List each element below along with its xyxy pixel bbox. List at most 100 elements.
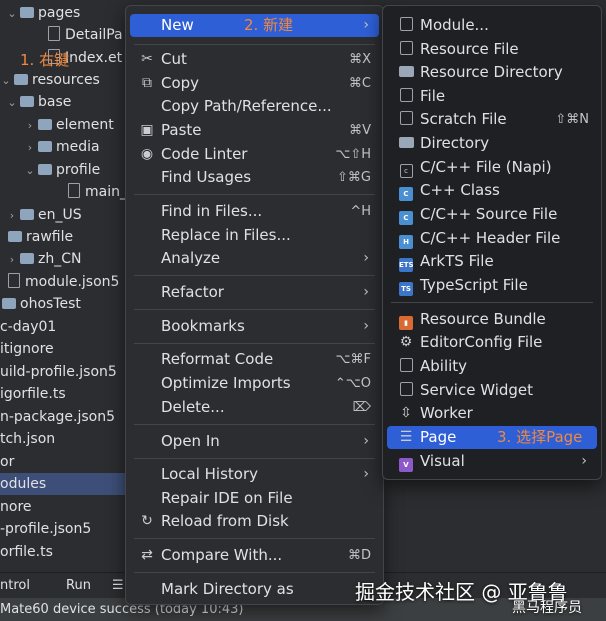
menu-item[interactable]: Replace in Files... [130,224,379,247]
menu-glyph-icon: ☰ [399,429,413,445]
menu-shortcut: ⌘V [349,123,371,138]
menu-item[interactable]: Copy Path/Reference... [130,95,379,118]
menu-item[interactable]: Reformat Code ⌥⌘F [130,348,379,371]
tree-item[interactable]: › media [0,136,140,158]
chevron-icon[interactable]: › [24,115,36,137]
menu-item[interactable]: ▮ Resource Bundle [387,308,597,331]
menu-item[interactable]: Resource Directory [387,61,597,84]
menu-item[interactable]: Optimize Imports ⌃⌥O [130,372,379,395]
menu-separator [134,538,375,539]
menu-item[interactable]: Find Usages ⇧⌘G [130,166,379,189]
bottombar-control-label[interactable]: ntrol [0,573,30,599]
menu-item-icon [397,132,415,155]
tree-item[interactable]: DetailPa [0,24,140,46]
tree-item[interactable]: orfile.ts [0,541,140,563]
tree-item-label: igorfile.ts [0,386,66,402]
tree-item[interactable]: -profile.json5 [0,518,140,540]
file-type-badge-icon: TS [399,282,413,296]
chevron-icon[interactable]: ⌄ [6,92,18,114]
menu-separator [134,275,375,276]
menu-item[interactable]: Ability [387,355,597,378]
menu-item-icon: ☰ [397,426,415,449]
menu-item[interactable]: Refactor › [130,281,379,304]
menu-item[interactable]: Analyze › [130,247,379,270]
chevron-icon[interactable]: › [6,249,18,271]
menu-item[interactable]: ETS ArkTS File [387,250,597,273]
tree-item[interactable]: n-package.json5 [0,406,140,428]
tree-item[interactable]: ohosTest [0,293,140,315]
menu-item[interactable]: H C/C++ Header File [387,227,597,250]
file-icon [8,273,20,288]
tree-item-label: main_ [85,184,127,200]
tree-item-label: module.json5 [25,274,120,290]
list-icon[interactable]: ☰ [112,573,124,599]
tree-item[interactable]: uild-profile.json5 [0,361,140,383]
tree-item[interactable]: tch.json [0,428,140,450]
menu-item[interactable]: c C/C++ File (Napi) [387,156,597,179]
menu-item[interactable]: ⇄ Compare With... ⌘D [130,544,379,567]
chevron-icon[interactable]: ⌄ [24,160,36,182]
menu-item[interactable]: C C++ Class [387,179,597,202]
menu-item-label: Repair IDE on File [161,489,293,507]
tree-item[interactable]: ⌄ base [0,91,140,113]
menu-item[interactable]: ◉ Code Linter ⌥⇧H [130,143,379,166]
menu-item-icon: C [397,203,415,226]
menu-shortcut: ⇧⌘N [555,112,589,127]
tree-item[interactable]: module.json5 [0,271,140,293]
menu-item[interactable]: Delete... ⌦ [130,396,379,419]
menu-item[interactable]: Scratch File ⇧⌘N [387,108,597,131]
tree-item[interactable]: › en_US [0,204,140,226]
tree-item[interactable]: ⌄ resources [0,69,140,91]
tree-item[interactable]: › zh_CN [0,248,140,270]
menu-item[interactable]: V Visual › [387,450,597,473]
tree-item[interactable]: › element [0,114,140,136]
folder-icon [8,231,22,242]
menu-item[interactable]: TS TypeScript File [387,274,597,297]
tree-item[interactable]: main_ [0,181,140,203]
tree-item[interactable]: rawfile [0,226,140,248]
tree-item[interactable]: or [0,451,140,473]
tree-item[interactable]: ⌄ profile [0,159,140,181]
folder-icon [2,298,16,309]
chevron-icon[interactable]: ⌄ [6,3,18,25]
tree-item-label: odules [0,476,47,492]
step-annotation: 3. 选择Page [497,428,583,446]
menu-item[interactable]: ⇳ Worker [387,402,597,425]
menu-item[interactable]: ↻ Reload from Disk [130,510,379,533]
file-type-icon [399,358,413,372]
menu-item-icon: ⇳ [397,402,415,425]
chevron-icon[interactable]: › [24,137,36,159]
menu-item[interactable]: ✂ Cut ⌘X [130,48,379,71]
menu-item[interactable]: Service Widget [387,379,597,402]
menu-item[interactable]: Local History › [130,463,379,486]
menu-item-label: Service Widget [420,381,534,399]
menu-item[interactable]: File [387,85,597,108]
tree-item[interactable]: ⌄ pages [0,2,140,24]
menu-item[interactable]: Mark Directory as [130,578,379,601]
tree-item[interactable]: itignore [0,338,140,360]
menu-item[interactable]: Resource File [387,38,597,61]
menu-item[interactable]: Module... [387,14,597,37]
run-tab[interactable]: Run [66,573,91,599]
chevron-icon[interactable]: › [6,205,18,227]
menu-item[interactable]: Repair IDE on File [130,487,379,510]
menu-separator [134,458,375,459]
menu-item-icon [397,108,415,131]
menu-item[interactable]: ⚙ EditorConfig File [387,331,597,354]
chevron-right-icon: › [363,250,369,266]
tree-item[interactable]: odules [0,473,140,495]
menu-item[interactable]: Bookmarks › [130,315,379,338]
menu-item[interactable]: ☰ Page 3. 选择Page [387,426,597,449]
tree-item[interactable]: c-day01 [0,316,140,338]
menu-item[interactable]: C C/C++ Source File [387,203,597,226]
folder-icon [20,7,34,18]
menu-item[interactable]: Find in Files... ^H [130,200,379,223]
chevron-icon[interactable]: ⌄ [0,70,12,92]
menu-item[interactable]: ▣ Paste ⌘V [130,119,379,142]
menu-item[interactable]: Directory [387,132,597,155]
tree-item[interactable]: nore [0,496,140,518]
tree-item[interactable]: igorfile.ts [0,383,140,405]
menu-item[interactable]: New › 2. 新建 [130,14,379,37]
menu-item[interactable]: ⧉ Copy ⌘C [130,72,379,95]
menu-item[interactable]: Open In › [130,430,379,453]
